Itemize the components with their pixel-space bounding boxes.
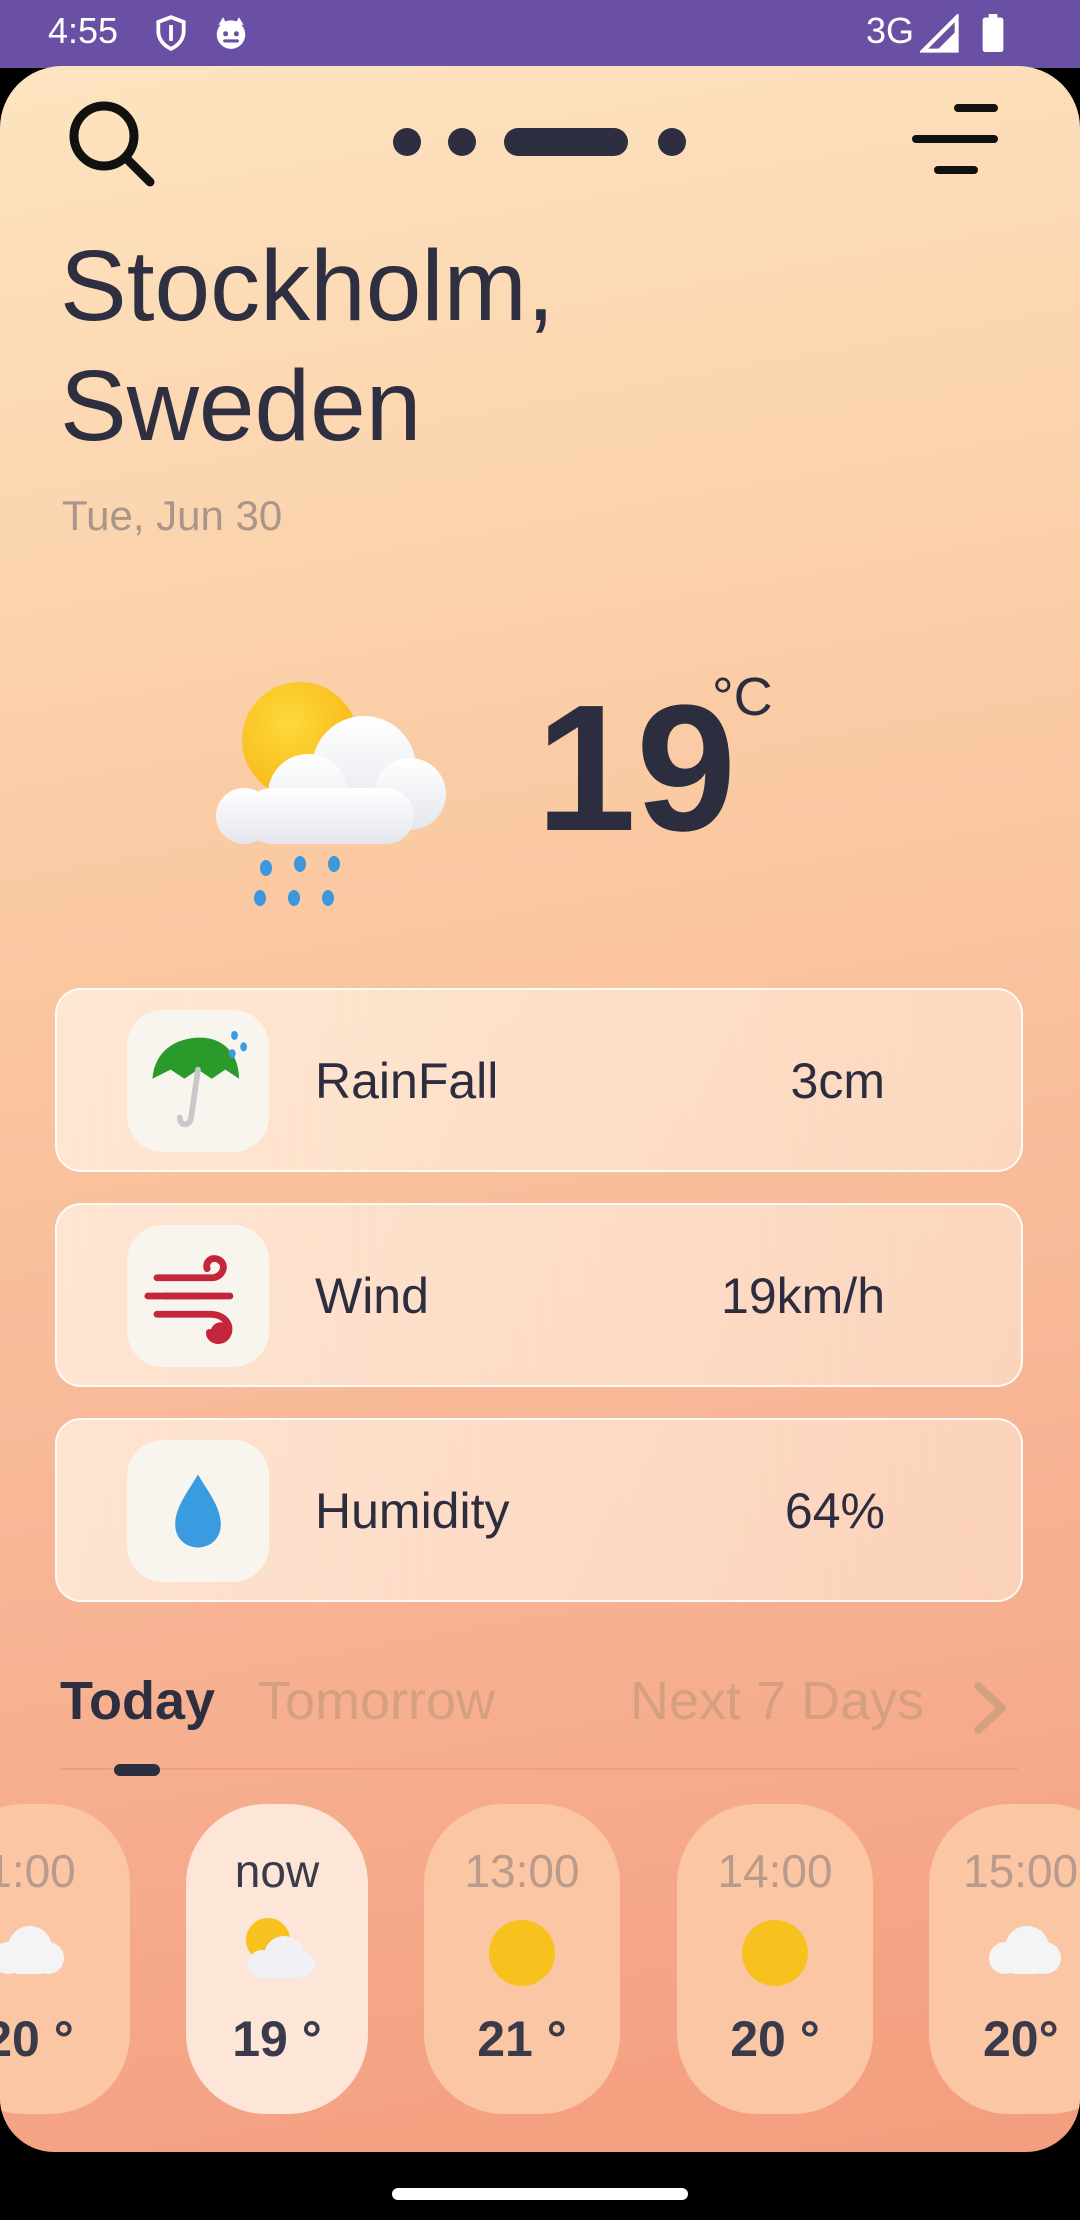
humidity-value: 64%	[784, 1483, 885, 1539]
hour-card-now[interactable]: now 19 °	[186, 1804, 368, 2114]
tab-divider	[60, 1768, 1018, 1770]
page-dots-icon	[393, 128, 686, 156]
network-type: 3G	[866, 10, 915, 51]
rainfall-label: RainFall	[315, 1053, 499, 1109]
umbrella-icon	[152, 1030, 248, 1128]
sun-icon	[489, 1920, 555, 1986]
home-gesture-handle[interactable]	[392, 2188, 688, 2200]
hour-temp: 20°	[983, 2011, 1059, 2067]
humidity-icon-box	[127, 1440, 269, 1582]
wind-icon	[144, 1255, 234, 1344]
hour-time: 1:00	[0, 1845, 76, 1897]
city-line-2: Sweden	[60, 350, 422, 462]
cloud-icon	[989, 1926, 1061, 1974]
hour-card[interactable]: 1:00 20 °	[0, 1804, 130, 2114]
status-time: 4:55	[48, 10, 119, 51]
hour-time: 15:00	[963, 1845, 1079, 1897]
signal-icon	[920, 14, 959, 53]
hour-temp: 20 °	[0, 2011, 74, 2067]
hour-temp: 20 °	[730, 2011, 820, 2067]
rainfall-value: 3cm	[790, 1053, 885, 1109]
search-icon[interactable]	[62, 94, 162, 194]
tab-next-7-days[interactable]: Next 7 Days	[630, 1670, 924, 1732]
chevron-right-icon[interactable]	[970, 1680, 1010, 1736]
city-name: Stockholm, Sweden	[60, 226, 960, 466]
tab-tomorrow[interactable]: Tomorrow	[258, 1670, 495, 1732]
hour-temp: 21 °	[477, 2011, 567, 2067]
status-bar: 4:55 3G	[0, 0, 1080, 68]
humidity-card: Humidity 64%	[55, 1418, 1023, 1602]
battery-icon	[982, 14, 1004, 52]
tab-indicator	[114, 1764, 160, 1776]
rainfall-icon-box	[127, 1010, 269, 1152]
sun-icon	[742, 1920, 808, 1986]
wind-card: Wind 19km/h	[55, 1203, 1023, 1387]
menu-icon[interactable]	[900, 86, 1020, 206]
rainfall-card: RainFall 3cm	[55, 988, 1023, 1172]
sun-cloud-rain-icon	[216, 682, 446, 906]
hour-card[interactable]: 15:00 20°	[929, 1804, 1080, 2114]
city-line-1: Stockholm,	[60, 230, 555, 342]
wind-icon-box	[127, 1225, 269, 1367]
water-drop-icon	[175, 1474, 221, 1548]
cloud-icon	[0, 1926, 64, 1974]
tab-today[interactable]: Today	[60, 1670, 215, 1732]
current-temperature: 19	[536, 668, 737, 869]
humidity-label: Humidity	[315, 1483, 510, 1539]
weather-app: Stockholm, Sweden Tue, Jun 30 19 °C Rain…	[0, 66, 1080, 2152]
hour-temp: 19 °	[232, 2011, 322, 2067]
sun-cloud-icon	[246, 1918, 315, 1978]
temperature-unit: °C	[712, 667, 773, 727]
wind-label: Wind	[315, 1268, 429, 1324]
hour-time: 13:00	[464, 1845, 580, 1897]
cat-face-icon	[216, 17, 246, 49]
navigation-bar	[0, 2152, 1080, 2220]
current-date: Tue, Jun 30	[62, 492, 283, 539]
hour-card[interactable]: 13:00 21 °	[424, 1804, 620, 2114]
wind-value: 19km/h	[721, 1268, 885, 1324]
shield-icon	[156, 15, 186, 51]
hour-card[interactable]: 14:00 20 °	[677, 1804, 873, 2114]
hour-time: now	[234, 1845, 320, 1897]
hour-time: 14:00	[717, 1845, 833, 1897]
